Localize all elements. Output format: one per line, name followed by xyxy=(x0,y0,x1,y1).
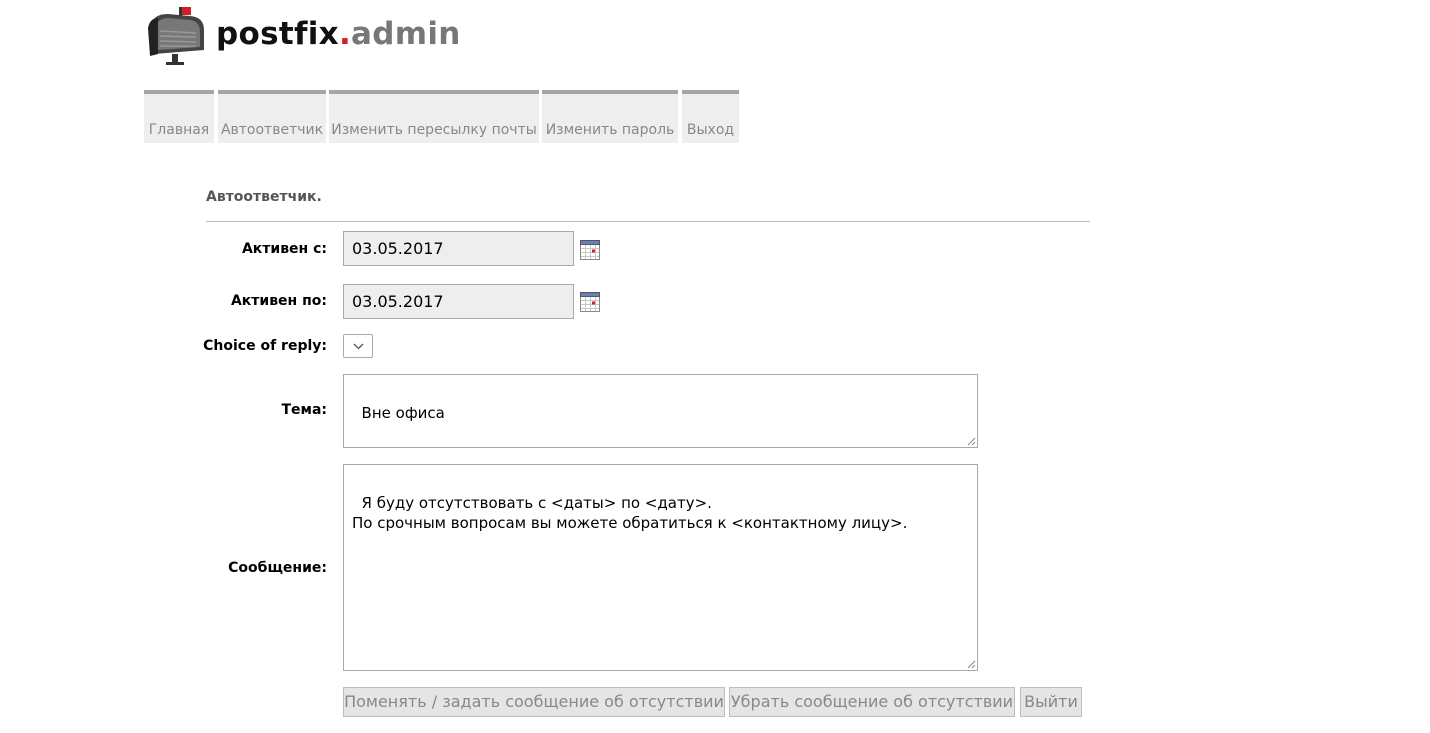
calendar-icon[interactable] xyxy=(580,292,600,312)
subject-textarea[interactable]: Вне офиса xyxy=(343,374,978,448)
logo-text: postfix.admin xyxy=(216,16,461,52)
exit-button[interactable]: Выйти xyxy=(1020,687,1082,717)
logo: postfix.admin xyxy=(146,4,476,68)
logo-text-dot: . xyxy=(338,16,352,52)
menu-item-password[interactable]: Изменить пароль xyxy=(542,90,678,143)
mailbox-icon xyxy=(148,7,204,65)
subject-label: Тема: xyxy=(281,402,327,418)
reply-choice-label: Choice of reply: xyxy=(203,338,327,354)
logo-text-admin: admin xyxy=(351,16,461,52)
chevron-down-icon xyxy=(353,343,364,350)
message-textarea[interactable]: Я буду отсутствовать с <даты> по <дату>.… xyxy=(343,464,978,671)
active-to-label: Активен по: xyxy=(230,293,327,309)
logo-text-postfix: postfix xyxy=(216,16,339,52)
message-label: Сообщение: xyxy=(228,560,327,576)
menu-item-forwarding[interactable]: Изменить пересылку почты xyxy=(329,90,539,143)
subject-text: Вне офиса xyxy=(361,404,445,422)
set-vacation-button[interactable]: Поменять / задать сообщение об отсутстви… xyxy=(343,687,725,717)
remove-vacation-button[interactable]: Убрать сообщение об отсутствии xyxy=(729,687,1015,717)
menu-item-home[interactable]: Главная xyxy=(144,90,214,143)
menu-item-autoreply[interactable]: Автоответчик xyxy=(218,90,326,143)
menu-item-logout[interactable]: Выход xyxy=(682,90,739,143)
section-divider xyxy=(206,221,1090,222)
resize-grip-icon[interactable] xyxy=(967,437,976,446)
message-text: Я буду отсутствовать с <даты> по <дату>.… xyxy=(352,494,908,532)
calendar-icon[interactable] xyxy=(580,240,600,260)
active-from-label: Активен с: xyxy=(241,241,327,257)
page-title: Автоответчик. xyxy=(206,189,322,205)
reply-choice-select[interactable] xyxy=(343,334,373,358)
active-from-input[interactable]: 03.05.2017 xyxy=(343,231,574,266)
resize-grip-icon[interactable] xyxy=(967,660,976,669)
active-to-input[interactable]: 03.05.2017 xyxy=(343,284,574,319)
